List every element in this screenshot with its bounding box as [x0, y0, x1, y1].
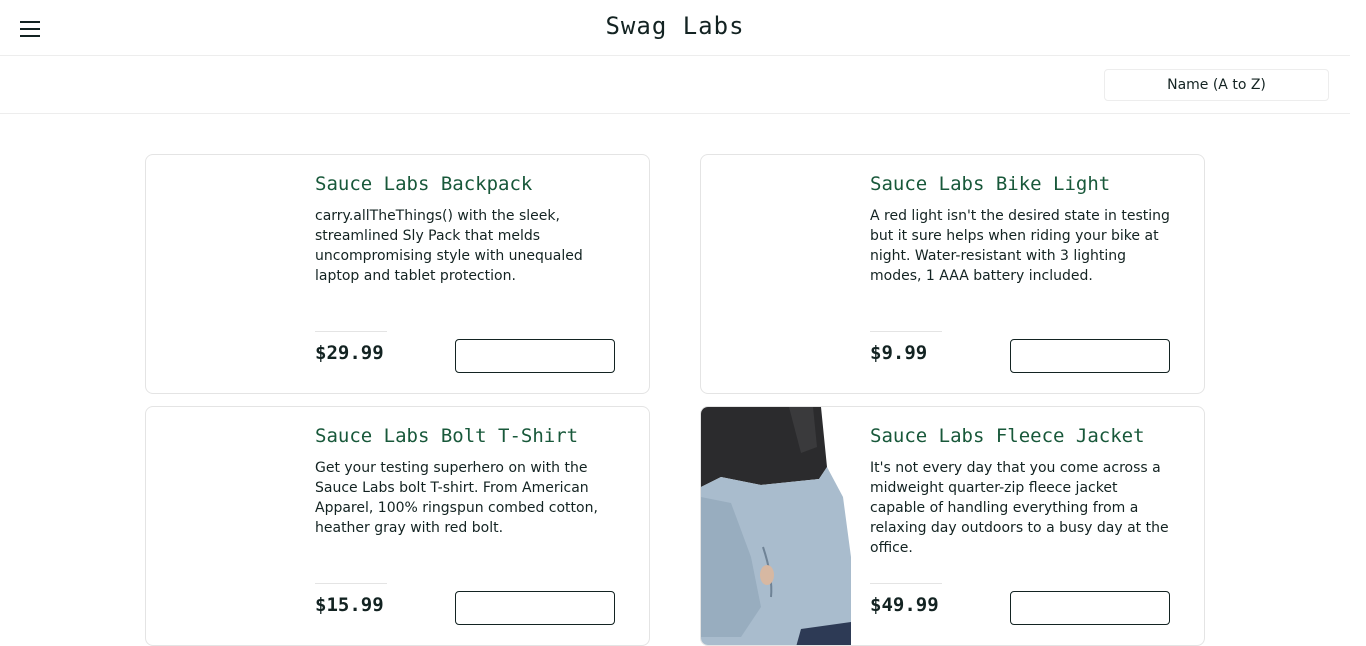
product-name-link[interactable]: Sauce Labs Bolt T-Shirt: [315, 425, 635, 447]
inventory-item: Sauce Labs Fleece Jacket It's not every …: [700, 406, 1205, 646]
product-description: A red light isn't the desired state in t…: [870, 208, 1170, 284]
inventory-item: Sauce Labs Backpack carry.allTheThings()…: [145, 154, 650, 394]
add-to-cart-button[interactable]: [455, 339, 615, 373]
product-name-link[interactable]: Sauce Labs Backpack: [315, 173, 635, 195]
add-to-cart-button[interactable]: [1010, 591, 1170, 625]
secondary-header: Name (A to Z): [0, 56, 1350, 114]
inventory-item: Sauce Labs Bolt T-Shirt Get your testing…: [145, 406, 650, 646]
price-divider: [870, 331, 942, 332]
price-divider: [870, 583, 942, 584]
add-to-cart-button[interactable]: [1010, 339, 1170, 373]
product-description: carry.allTheThings() with the sleek, str…: [315, 208, 583, 284]
product-price: $15.99: [315, 594, 384, 616]
add-to-cart-button[interactable]: [455, 591, 615, 625]
product-description: Get your testing superhero on with the S…: [315, 460, 598, 536]
product-name-link[interactable]: Sauce Labs Fleece Jacket: [870, 425, 1190, 447]
product-image-fleece-jacket[interactable]: [701, 407, 851, 645]
product-price: $49.99: [870, 594, 939, 616]
inventory-item: Sauce Labs Bike Light A red light isn't …: [700, 154, 1205, 394]
product-description: It's not every day that you come across …: [870, 460, 1169, 556]
app-logo-title: Swag Labs: [605, 12, 745, 40]
price-divider: [315, 583, 387, 584]
product-price: $9.99: [870, 342, 928, 364]
product-price: $29.99: [315, 342, 384, 364]
product-image[interactable]: [701, 155, 851, 393]
price-divider: [315, 331, 387, 332]
product-image[interactable]: [146, 407, 296, 645]
fleece-jacket-image: [701, 407, 851, 645]
product-image[interactable]: [146, 155, 296, 393]
product-name-link[interactable]: Sauce Labs Bike Light: [870, 173, 1190, 195]
primary-header: Swag Labs: [0, 0, 1350, 56]
sort-dropdown[interactable]: Name (A to Z): [1104, 69, 1329, 101]
